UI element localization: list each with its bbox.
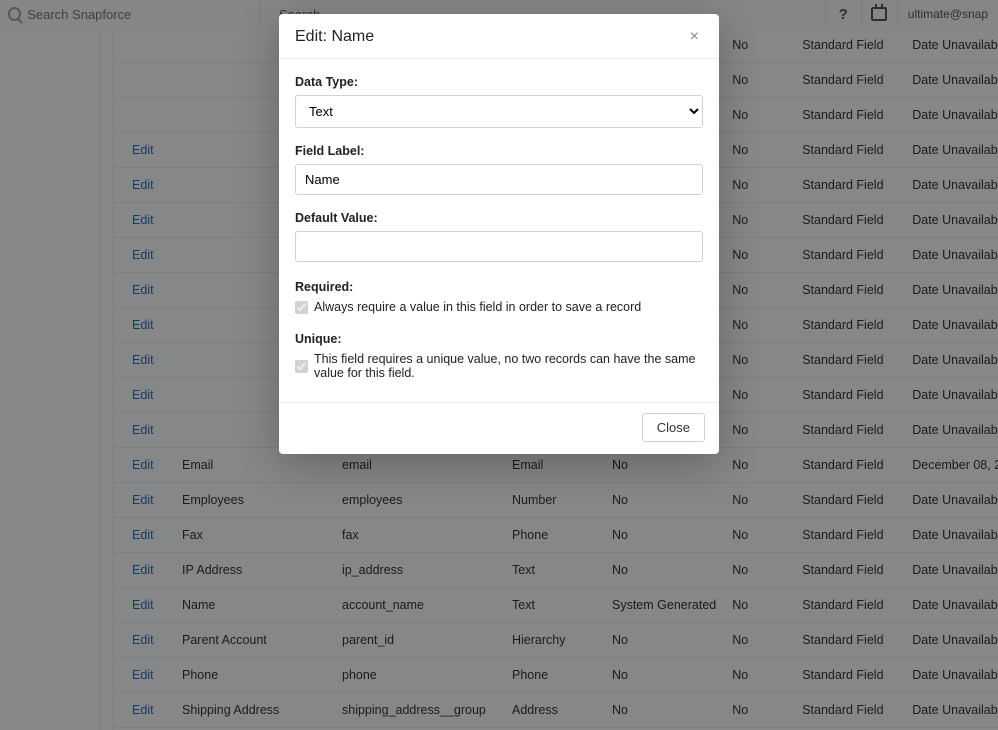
unique-section-label: Unique: — [295, 332, 703, 346]
required-checkbox-label: Always require a value in this field in … — [314, 300, 641, 314]
edit-field-modal: Edit: Name × Data Type: Text Field Label… — [279, 14, 719, 454]
close-button[interactable]: Close — [642, 413, 705, 442]
required-checkbox[interactable] — [295, 301, 308, 314]
modal-overlay[interactable]: Edit: Name × Data Type: Text Field Label… — [0, 0, 998, 730]
modal-title: Edit: Name — [295, 28, 686, 46]
data-type-label: Data Type: — [295, 75, 703, 89]
field-label-label: Field Label: — [295, 144, 703, 158]
close-icon[interactable]: × — [686, 28, 703, 46]
modal-header: Edit: Name × — [279, 14, 719, 59]
data-type-select[interactable]: Text — [295, 95, 703, 128]
unique-checkbox[interactable] — [295, 360, 308, 373]
default-value-input[interactable] — [295, 231, 703, 262]
field-label-input[interactable] — [295, 164, 703, 195]
modal-body: Data Type: Text Field Label: Default Val… — [279, 59, 719, 402]
unique-checkbox-label: This field requires a unique value, no t… — [314, 352, 703, 380]
required-section-label: Required: — [295, 280, 703, 294]
modal-footer: Close — [279, 402, 719, 454]
default-value-label: Default Value: — [295, 211, 703, 225]
